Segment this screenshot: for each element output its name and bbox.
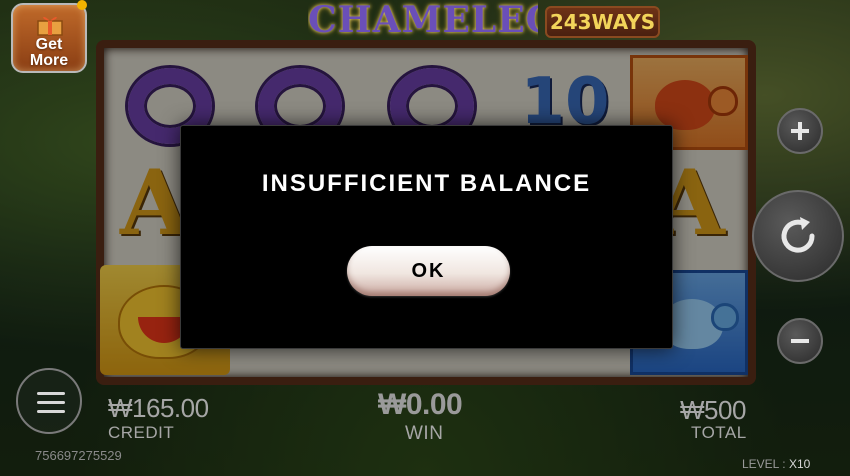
gift-icon [37, 16, 63, 36]
win-value: ₩0.00 [378, 388, 463, 421]
insufficient-balance-dialog: INSUFFICIENT BALANCE OK [180, 125, 673, 349]
credit-label: CREDIT [108, 423, 175, 442]
minus-icon [791, 339, 809, 343]
get-more-label-line1: Get [35, 36, 63, 53]
dialog-message: INSUFFICIENT BALANCE [261, 170, 592, 197]
notification-dot [77, 0, 87, 10]
game-logo: CHAMELEON [308, 0, 538, 40]
get-more-label-line2: More [29, 52, 69, 69]
ways-badge: 243WAYS [545, 6, 660, 38]
credit-value: ₩165.00 [108, 393, 209, 423]
spin-button[interactable] [752, 190, 844, 282]
hamburger-icon [37, 410, 65, 413]
refresh-icon [781, 217, 815, 253]
level-indicator: LEVEL : X10 [742, 457, 810, 471]
hamburger-icon [37, 401, 65, 404]
session-id: 756697275529 [35, 448, 122, 463]
bet-increase-button[interactable] [777, 108, 823, 154]
level-label: LEVEL : [742, 457, 786, 471]
menu-button[interactable] [16, 368, 82, 434]
win-label: WIN [405, 423, 444, 444]
plus-icon [791, 122, 809, 140]
total-bet-value: ₩500 [680, 395, 746, 425]
level-value: X10 [788, 457, 811, 471]
get-more-button[interactable]: Get More [11, 3, 87, 73]
hamburger-icon [37, 392, 65, 395]
total-bet-label: TOTAL [691, 423, 747, 442]
ok-button[interactable]: OK [347, 246, 510, 296]
bet-decrease-button[interactable] [777, 318, 823, 364]
